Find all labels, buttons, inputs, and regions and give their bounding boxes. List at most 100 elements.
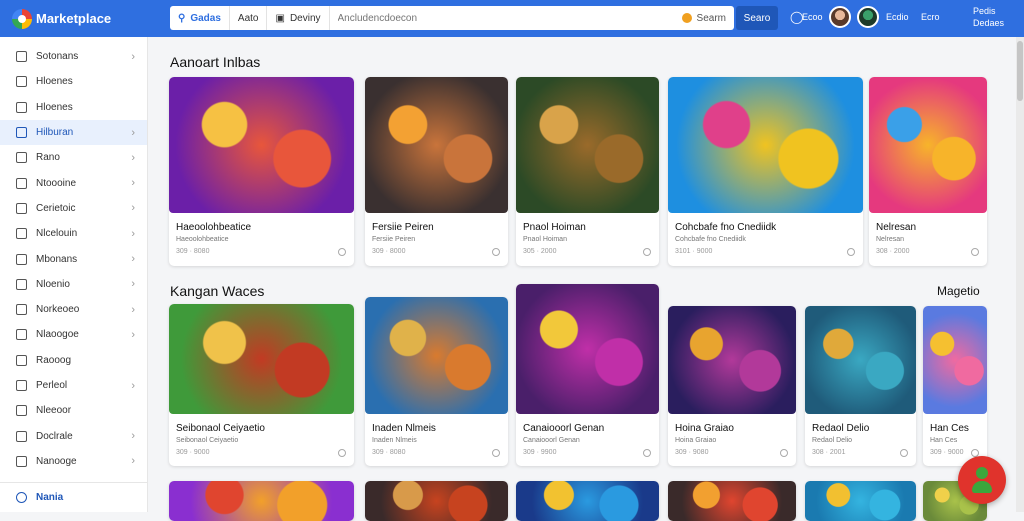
sidebar-item[interactable]: Doclrale ›	[0, 423, 147, 448]
game-thumbnail[interactable]	[805, 481, 916, 521]
see-more-link[interactable]: Magetio	[937, 284, 980, 298]
game-stats: 308 · 2000	[876, 248, 910, 255]
game-card[interactable]	[169, 481, 354, 521]
sidebar-item-label: Nanooge	[36, 455, 77, 467]
device-icon: ▣	[275, 12, 285, 24]
chevron-right-icon: ›	[131, 455, 135, 468]
search-sort[interactable]: Searm	[674, 13, 734, 24]
info-icon[interactable]	[900, 449, 908, 457]
game-thumbnail[interactable]	[169, 481, 354, 521]
game-stats: 3101 · 9000	[675, 248, 713, 255]
sidebar-item[interactable]: Hloenes	[0, 95, 147, 120]
game-title: Inaden Nlmeis	[372, 423, 436, 434]
category-icon	[16, 380, 27, 391]
sidebar-item[interactable]: Ntoooine ›	[0, 170, 147, 195]
search-tab-device[interactable]: ▣ Deviny	[267, 6, 330, 30]
game-stats: 308 · 2001	[812, 449, 846, 456]
game-thumbnail[interactable]	[668, 481, 796, 521]
game-thumbnail[interactable]	[668, 77, 863, 213]
game-thumbnail[interactable]	[668, 306, 796, 414]
search-icon: ⚲	[178, 12, 186, 24]
game-card[interactable]: Fersiie Peiren Fersiie Peiren 309 · 8000	[365, 77, 508, 266]
search-tab-games[interactable]: ⚲ Gadas	[170, 6, 230, 30]
sidebar-item[interactable]: Cerietoic ›	[0, 196, 147, 221]
user-label[interactable]: Ecdio	[886, 12, 909, 22]
sidebar-item-label: Nloenio	[36, 278, 70, 290]
sidebar-item-label: Sotonans	[36, 51, 79, 63]
search-input[interactable]	[329, 6, 674, 30]
info-icon[interactable]	[492, 449, 500, 457]
sidebar-item[interactable]: Nanooge ›	[0, 449, 147, 474]
game-card[interactable]: Hoina Graiao Hoina Graiao 309 · 9080	[668, 306, 796, 466]
game-thumbnail[interactable]	[365, 297, 508, 414]
game-card[interactable]: Pnaol Hoiman Pnaol Hoiman 305 · 2000	[516, 77, 659, 266]
game-thumbnail[interactable]	[923, 306, 987, 414]
sidebar-item[interactable]: Rano ›	[0, 145, 147, 170]
sidebar-item[interactable]: Mbonans ›	[0, 246, 147, 271]
game-card[interactable]: Cohcbafe fno Cnediidk Cohcbafe fno Cnedii…	[668, 77, 863, 266]
sidebar-item[interactable]: Hilburan ›	[0, 119, 147, 146]
game-card[interactable]	[516, 481, 659, 521]
sidebar-bottom-link[interactable]: Nania	[0, 482, 147, 512]
game-card[interactable]	[805, 481, 916, 521]
info-icon[interactable]	[643, 449, 651, 457]
sidebar-item[interactable]: Nlcelouin ›	[0, 221, 147, 246]
sidebar-item[interactable]: Nlaoogoe ›	[0, 322, 147, 347]
category-icon	[16, 304, 27, 316]
app-title: Marketplace	[36, 11, 112, 26]
game-card[interactable]	[668, 481, 796, 521]
scrollbar[interactable]	[1016, 37, 1024, 512]
game-card[interactable]: Nelresan Nelresan 308 · 2000	[869, 77, 987, 266]
search-button[interactable]: Searo	[736, 6, 778, 30]
brand[interactable]: Marketplace	[0, 8, 150, 29]
sidebar-item[interactable]: Norkeoeo ›	[0, 297, 147, 322]
game-card[interactable]: Han Ces Han Ces 309 · 9000	[923, 306, 987, 466]
avatar[interactable]	[829, 6, 851, 28]
sidebar-item[interactable]: Nloenio ›	[0, 272, 147, 297]
game-card[interactable]: Inaden Nlmeis Inaden Nlmeis 309 · 8080	[365, 297, 508, 466]
sidebar-item[interactable]: Nleeoor	[0, 398, 147, 423]
sidebar-item[interactable]: Perleol ›	[0, 373, 147, 398]
user-label-secondary[interactable]: Ecro	[921, 12, 940, 22]
game-stats: 309 · 8000	[372, 248, 406, 255]
game-thumbnail[interactable]	[365, 481, 508, 521]
game-thumbnail[interactable]	[169, 304, 354, 414]
sidebar-item-label: Hloenes	[36, 101, 73, 113]
info-icon[interactable]	[492, 248, 500, 256]
game-thumbnail[interactable]	[516, 481, 659, 521]
info-icon[interactable]	[971, 248, 979, 256]
section-title: Aanoart Inlbas	[170, 54, 261, 70]
game-card[interactable]: Redaol Delio Redaol Delio 308 · 2001	[805, 306, 916, 466]
avatar[interactable]	[857, 6, 879, 28]
info-icon[interactable]	[643, 248, 651, 256]
game-thumbnail[interactable]	[169, 77, 354, 213]
game-card[interactable]: Seibonaol Ceiyaetio Seibonaol Ceiyaetio 30…	[169, 304, 354, 466]
game-title: Cohcbafe fno Cnediidk	[675, 222, 777, 233]
game-card[interactable]	[365, 481, 508, 521]
category-icon	[16, 76, 27, 88]
sidebar-item[interactable]: Hloenes	[0, 69, 147, 94]
game-thumbnail[interactable]	[516, 77, 659, 213]
account-menu[interactable]: Pedis Dedaes	[973, 5, 1004, 29]
game-developer: Hoina Graiao	[675, 437, 717, 444]
category-icon	[16, 101, 27, 113]
sidebar-item[interactable]: Raooog	[0, 348, 147, 373]
game-thumbnail[interactable]	[516, 284, 659, 414]
info-icon[interactable]	[780, 449, 788, 457]
info-icon[interactable]	[338, 449, 346, 457]
game-thumbnail[interactable]	[365, 77, 508, 213]
search-tab-apps[interactable]: Aato	[230, 6, 268, 30]
info-icon[interactable]	[338, 248, 346, 256]
category-icon	[16, 455, 27, 467]
game-card[interactable]: Canaiooorl Genan Canaiooorl Genan 309 · 99…	[516, 284, 659, 466]
info-icon[interactable]	[847, 248, 855, 256]
game-thumbnail[interactable]	[869, 77, 987, 213]
profile-fab-button[interactable]	[958, 456, 1006, 504]
scrollbar-thumb[interactable]	[1017, 41, 1023, 101]
sidebar: Sotonans › Hloenes Hloenes Hilburan › Rano › Nto…	[0, 37, 148, 512]
game-thumbnail[interactable]	[805, 306, 916, 414]
sidebar-item[interactable]: Sotonans ›	[0, 44, 147, 69]
game-stats: 305 · 2000	[523, 248, 557, 255]
category-icon	[16, 354, 27, 366]
game-card[interactable]: Haeoolohbeatice Haeoolohbeatice 309 · 8080	[169, 77, 354, 266]
